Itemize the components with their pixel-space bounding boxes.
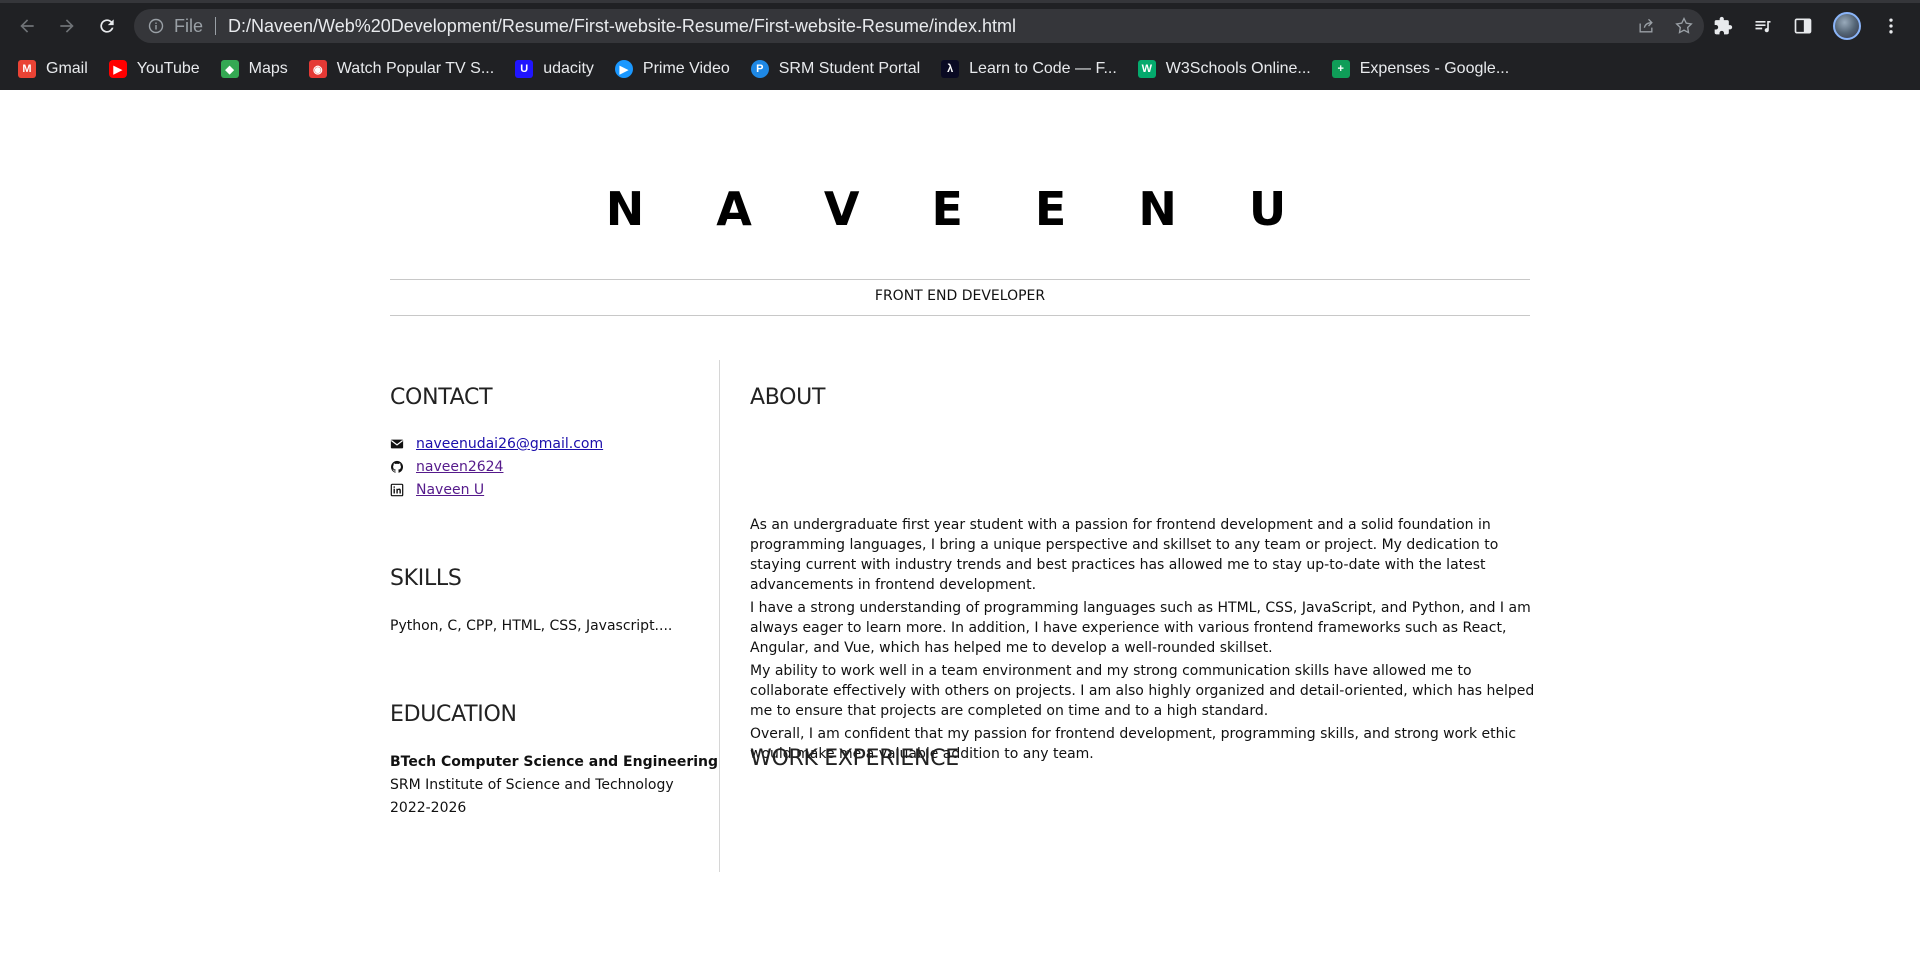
bookmark-star-icon[interactable]: [1674, 16, 1694, 36]
skills-heading: SKILLS: [390, 566, 462, 591]
github-link[interactable]: naveen2624: [416, 459, 503, 475]
w3schools-icon: W: [1137, 60, 1156, 78]
maps-icon: ◆: [220, 60, 239, 78]
skills-text: Python, C, CPP, HTML, CSS, Javascript...…: [390, 618, 673, 634]
youtube-icon: ▶: [108, 60, 127, 78]
reload-icon: [100, 18, 114, 33]
arrow-left-icon: [20, 18, 34, 33]
extensions-puzzle-icon[interactable]: [1713, 16, 1733, 36]
back-button[interactable]: [9, 8, 45, 44]
browser-chrome: File D:/Naveen/Web%20Development/Resume/…: [0, 0, 1920, 90]
email-link[interactable]: naveenudai26@gmail.com: [416, 436, 603, 452]
omnibox-separator: [215, 17, 217, 35]
bookmark-label: W3Schools Online...: [1165, 60, 1311, 77]
education-institution: SRM Institute of Science and Technology: [390, 777, 674, 793]
bookmark-item[interactable]: ▶ Prime Video: [614, 55, 730, 83]
linkedin-icon: [390, 483, 404, 497]
reload-button[interactable]: [89, 8, 125, 44]
linkedin-link[interactable]: Naveen U: [416, 482, 484, 498]
contact-email: naveenudai26@gmail.com: [390, 436, 603, 452]
address-bar[interactable]: File D:/Naveen/Web%20Development/Resume/…: [134, 9, 1704, 43]
omnibox-actions: [1636, 9, 1694, 43]
share-icon[interactable]: [1636, 16, 1656, 36]
bookmark-label: Gmail: [46, 60, 88, 77]
bookmark-label: Expenses - Google...: [1359, 60, 1510, 77]
bookmark-label: Maps: [248, 60, 288, 77]
url-text[interactable]: D:/Naveen/Web%20Development/Resume/First…: [228, 16, 1016, 37]
tv-icon: ◉: [308, 60, 327, 78]
sheets-icon: +: [1331, 60, 1350, 78]
resume-name: N A V E E N U: [605, 182, 1315, 236]
bookmark-item[interactable]: λ Learn to Code — F...: [941, 55, 1117, 83]
scheme-label: File: [174, 15, 204, 36]
bookmark-label: udacity: [543, 60, 594, 77]
srm-icon: P: [750, 60, 769, 78]
github-icon: [390, 460, 404, 473]
bookmark-label: Learn to Code — F...: [969, 60, 1117, 77]
education-degree: BTech Computer Science and Engineering: [390, 754, 719, 770]
freecodecamp-icon: λ: [941, 60, 960, 78]
bookmarks-bar: M Gmail ▶ YouTube ◆ Maps ◉ Watch Popular TV S..…: [0, 48, 1920, 90]
about-body: As an undergraduate first year student w…: [750, 515, 1550, 767]
work-experience-heading: WORK EXPERIENCE: [750, 746, 959, 771]
top-divider: [390, 279, 1530, 280]
contact-linkedin: Naveen U: [390, 482, 484, 498]
bookmark-item[interactable]: ◆ Maps: [220, 55, 288, 83]
education-heading: EDUCATION: [390, 702, 517, 727]
about-paragraph: I have a strong understanding of program…: [750, 600, 1531, 656]
contact-heading: CONTACT: [390, 385, 493, 410]
bottom-divider: [390, 315, 1530, 316]
bookmark-label: Prime Video: [642, 60, 730, 77]
bookmark-item[interactable]: P SRM Student Portal: [750, 55, 921, 83]
bookmark-item[interactable]: M Gmail: [18, 55, 88, 83]
envelope-icon: [390, 439, 404, 449]
about-paragraph: As an undergraduate first year student w…: [750, 517, 1499, 593]
bookmark-item[interactable]: W W3Schools Online...: [1137, 55, 1311, 83]
gmail-icon: M: [18, 60, 36, 78]
contact-github: naveen2624: [390, 459, 503, 475]
udacity-icon: U: [515, 60, 534, 78]
bookmark-item[interactable]: Uudacity: [515, 55, 594, 83]
forward-button[interactable]: [49, 8, 85, 44]
prime-video-icon: ▶: [614, 60, 633, 78]
bookmark-label: SRM Student Portal: [778, 60, 921, 77]
side-panel-icon[interactable]: [1793, 16, 1813, 36]
about-paragraph: My ability to work well in a team enviro…: [750, 663, 1535, 719]
profile-avatar[interactable]: [1833, 12, 1861, 40]
kebab-menu-icon[interactable]: [1881, 16, 1901, 36]
education-years: 2022-2026: [390, 800, 467, 816]
arrow-right-icon: [60, 18, 74, 33]
bookmark-item[interactable]: ◉ Watch Popular TV S...: [308, 55, 495, 83]
media-queue-icon[interactable]: [1753, 16, 1773, 36]
bookmark-item[interactable]: ▶ YouTube: [108, 55, 200, 83]
job-title: FRONT END DEVELOPER: [874, 288, 1046, 304]
info-icon[interactable]: [148, 18, 164, 34]
column-divider: [719, 360, 720, 872]
browser-toolbar: File D:/Naveen/Web%20Development/Resume/…: [0, 3, 1920, 48]
toolbar-right: [1713, 9, 1901, 43]
about-heading: ABOUT: [750, 385, 826, 410]
resume-page: N A V E E N U FRONT END DEVELOPER CONTAC…: [0, 90, 1920, 977]
bookmark-item[interactable]: + Expenses - Google...: [1331, 55, 1510, 83]
bookmark-label: Watch Popular TV S...: [336, 60, 495, 77]
bookmark-label: YouTube: [136, 60, 200, 77]
